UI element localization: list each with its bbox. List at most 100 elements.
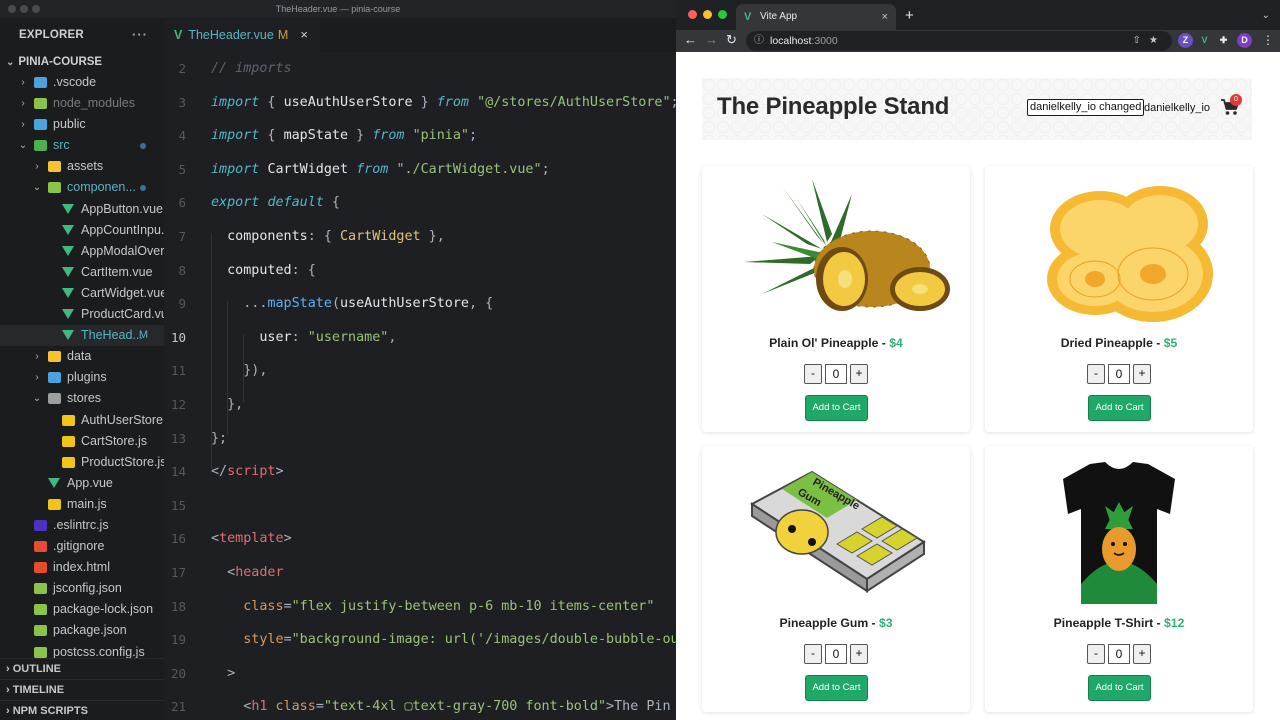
more-actions-icon[interactable]: ··· xyxy=(132,18,148,52)
zoom-window-button[interactable] xyxy=(718,10,727,19)
kebab-menu-icon[interactable]: ⋮ xyxy=(1262,30,1274,50)
chevron-right-icon: › xyxy=(6,663,13,675)
code-token: class xyxy=(275,699,316,715)
close-tab-icon[interactable]: × xyxy=(882,4,888,30)
add-to-cart-button[interactable]: Add to Cart xyxy=(1088,395,1151,421)
add-to-cart-button[interactable]: Add to Cart xyxy=(805,675,868,701)
decrement-button[interactable]: - xyxy=(1087,644,1105,664)
quantity-stepper: - 0 + xyxy=(804,644,868,664)
code-line: 7 components: { CartWidget }, xyxy=(164,220,676,254)
add-to-cart-button[interactable]: Add to Cart xyxy=(805,395,868,421)
product-price: $3 xyxy=(879,616,893,630)
decrement-button[interactable]: - xyxy=(1087,364,1105,384)
tree-item[interactable]: .eslintrc.js xyxy=(0,515,164,536)
tree-item[interactable]: › assets xyxy=(0,156,164,177)
tab-theheader-vue[interactable]: V TheHeader.vue M × xyxy=(164,18,320,52)
browser-toolbar: ← → ↻ ⓘ localhost:3000 ⇧★ Z V ✚ D ⋮ xyxy=(676,30,1280,52)
tree-item[interactable]: TheHead... M xyxy=(0,325,164,347)
npm-scripts-section[interactable]: › NPM SCRIPTS xyxy=(0,700,164,720)
folder-file-icon xyxy=(34,119,47,131)
close-tab-icon[interactable]: × xyxy=(300,18,308,52)
browser-tab-vite-app[interactable]: V Vite App × xyxy=(736,4,896,30)
minimize-window-dot[interactable] xyxy=(20,5,28,13)
site-info-icon[interactable]: ⓘ xyxy=(754,31,764,51)
quantity-input[interactable]: 0 xyxy=(1108,644,1130,664)
line-number: 20 xyxy=(170,665,186,681)
tree-item[interactable]: .gitignore xyxy=(0,536,164,557)
share-bookmark-icons[interactable]: ⇧★ xyxy=(1133,31,1166,51)
new-tab-button[interactable]: + xyxy=(905,4,914,28)
increment-button[interactable]: + xyxy=(1133,364,1151,384)
tree-item[interactable]: ProductStore.js xyxy=(0,452,164,473)
quantity-input[interactable]: 0 xyxy=(825,364,847,384)
js-file-icon xyxy=(62,435,75,447)
tree-item[interactable]: ProductCard.vue xyxy=(0,304,164,325)
tree-item[interactable]: jsconfig.json xyxy=(0,578,164,599)
increment-button[interactable]: + xyxy=(850,644,868,664)
tree-item[interactable]: index.html xyxy=(0,557,164,578)
line-number: 9 xyxy=(178,296,186,312)
tree-item-label: CartWidget.vue xyxy=(81,285,164,300)
outline-section[interactable]: › OUTLINE xyxy=(0,658,164,679)
tree-item[interactable]: package.json xyxy=(0,620,164,641)
section-label: OUTLINE xyxy=(12,663,62,675)
quantity-input[interactable]: 0 xyxy=(1108,364,1130,384)
code-token: </ xyxy=(211,464,228,480)
tree-item[interactable]: › data xyxy=(0,346,164,367)
quantity-input[interactable]: 0 xyxy=(825,644,847,664)
zoom-window-dot[interactable] xyxy=(32,5,40,13)
close-window-dot[interactable] xyxy=(8,5,16,13)
project-root[interactable]: ⌄ PINIA-COURSE xyxy=(0,52,164,72)
code-token: "@/stores/AuthUserStore" xyxy=(477,94,671,110)
tree-item[interactable]: AppButton.vue xyxy=(0,199,164,220)
product-title: Pineapple Gum - $3 xyxy=(702,616,970,630)
price-separator: - xyxy=(1152,336,1164,350)
tree-item[interactable]: main.js xyxy=(0,494,164,515)
tree-item[interactable]: CartWidget.vue xyxy=(0,283,164,304)
extensions-puzzle-icon[interactable]: ✚ xyxy=(1216,33,1231,48)
tree-item-label: AuthUserStore... xyxy=(81,412,164,427)
tree-item[interactable]: AuthUserStore... xyxy=(0,410,164,431)
tree-item[interactable]: CartItem.vue xyxy=(0,262,164,283)
vue-file-icon xyxy=(62,287,74,298)
code-token: : { xyxy=(307,229,340,244)
address-bar[interactable]: ⓘ localhost:3000 ⇧★ xyxy=(746,31,1172,51)
tab-search-icon[interactable]: ⌄ xyxy=(1262,5,1270,27)
chevron-right-icon: › xyxy=(35,351,39,363)
profile-avatar[interactable]: D xyxy=(1237,33,1252,48)
code-token: h1 xyxy=(251,699,268,715)
tree-item[interactable]: › plugins xyxy=(0,367,164,388)
vue-devtools-icon[interactable]: V xyxy=(1197,33,1212,48)
increment-button[interactable]: + xyxy=(1133,644,1151,664)
timeline-section[interactable]: › TIMELINE xyxy=(0,679,164,700)
explorer-title: EXPLORER xyxy=(19,29,84,41)
tree-item[interactable]: › .vscode xyxy=(0,72,164,93)
decrement-button[interactable]: - xyxy=(804,364,822,384)
forward-arrow-icon[interactable]: → xyxy=(705,30,718,50)
html-file-icon xyxy=(34,562,47,574)
tree-item[interactable]: › node_modules xyxy=(0,93,164,114)
code-token: < xyxy=(211,531,220,547)
tree-item[interactable]: App.vue xyxy=(0,473,164,494)
tree-item[interactable]: CartStore.js xyxy=(0,431,164,452)
minimize-window-button[interactable] xyxy=(703,10,712,19)
add-to-cart-button[interactable]: Add to Cart xyxy=(1088,675,1151,701)
tree-item[interactable]: ⌄ componen... xyxy=(0,177,164,198)
tree-item[interactable]: › public xyxy=(0,114,164,135)
reload-icon[interactable]: ↻ xyxy=(726,30,737,50)
code-editor[interactable]: 2 // imports 3 import { useAuthUserStore } … xyxy=(164,52,676,720)
tree-item[interactable]: package-lock.json xyxy=(0,599,164,620)
tree-item[interactable]: AppCountInpu... xyxy=(0,220,164,241)
code-token: > xyxy=(211,665,236,681)
decrement-button[interactable]: - xyxy=(804,644,822,664)
tree-item[interactable]: ⌄ src xyxy=(0,135,164,156)
username-input[interactable]: danielkelly_io changed xyxy=(1027,99,1144,116)
close-window-button[interactable] xyxy=(688,10,697,19)
increment-button[interactable]: + xyxy=(850,364,868,384)
extension-z-icon[interactable]: Z xyxy=(1178,33,1193,48)
line-number: 14 xyxy=(170,464,186,480)
tree-item[interactable]: ⌄ stores xyxy=(0,388,164,409)
tree-item[interactable]: AppModalOver... xyxy=(0,241,164,262)
back-arrow-icon[interactable]: ← xyxy=(684,30,697,50)
